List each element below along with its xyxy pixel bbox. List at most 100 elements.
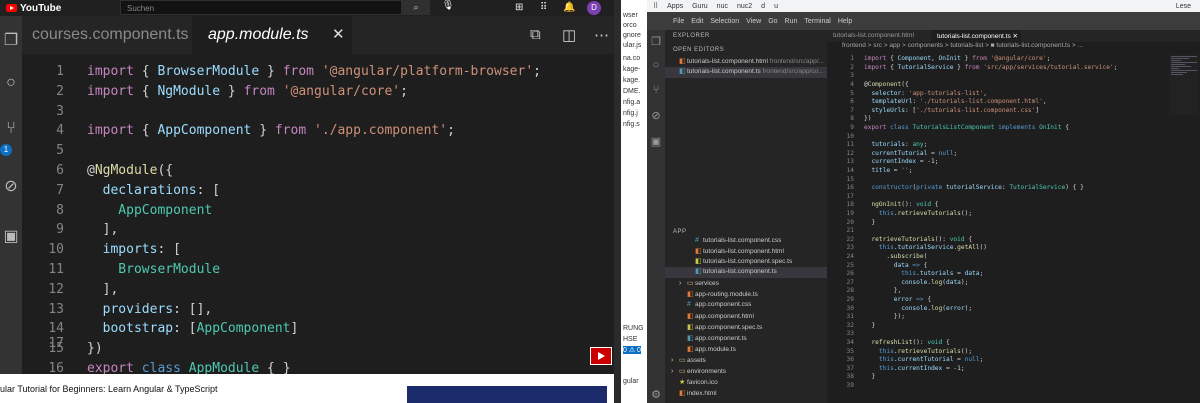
bookmark-u[interactable]: u — [774, 3, 778, 10]
search-icon[interactable]: ○ — [647, 59, 665, 71]
file-item[interactable]: ◧app.component.ts — [687, 334, 747, 345]
youtube-watermark-icon[interactable] — [590, 347, 612, 365]
line-number: 5 — [56, 143, 64, 158]
folder-item[interactable]: › ▭assets — [671, 356, 706, 367]
file-name: app.component.spec.ts — [695, 324, 763, 331]
youtube-logo[interactable]: YouTube — [6, 3, 61, 14]
bookmark-nuc2[interactable]: nuc2 — [737, 3, 752, 10]
line-number: 9 — [56, 222, 64, 237]
file-name: app.component.html — [695, 313, 754, 320]
video-title[interactable]: ular Tutorial for Beginners: Learn Angul… — [0, 384, 217, 394]
source-control-badge: 1 — [0, 144, 12, 156]
folder-item[interactable]: › ▭services — [679, 279, 719, 290]
editor-tabs: tutorials-list.component.html tutorials-… — [827, 30, 1200, 42]
bookmark-guru[interactable]: Guru — [692, 3, 708, 10]
menu-run[interactable]: Run — [785, 18, 798, 25]
fragment-text: kage- — [623, 66, 641, 73]
ts-file-icon: ◧ — [687, 291, 694, 298]
menu-go[interactable]: Go — [768, 18, 777, 25]
spec-file-icon: ◧ — [687, 324, 694, 331]
extensions-icon: ▣ — [3, 228, 19, 245]
bookmark-nuc[interactable]: nuc — [717, 3, 728, 10]
spec-file-icon: ◧ — [695, 258, 702, 265]
chevron-right-icon: › — [679, 280, 682, 287]
fragment-text: DME. — [623, 88, 641, 95]
related-video-thumbnail[interactable] — [407, 386, 607, 403]
background-window-fragment: wser orco gnore ular.js na.co kage- kage… — [621, 0, 647, 403]
apps-grid-icon[interactable]: ⠿ — [540, 0, 547, 15]
fragment-text: HSE — [623, 336, 638, 343]
search-button[interactable]: ⌕ — [402, 0, 430, 15]
fragment-text: kage. — [623, 77, 641, 84]
file-item[interactable]: ◧app-routing.module.ts — [687, 290, 758, 301]
tab-app-module: app.module.ts ✕ — [192, 16, 352, 54]
open-editors-header[interactable]: OPEN EDITORS — [673, 47, 724, 53]
folder-item[interactable]: › ▭environments — [671, 367, 726, 378]
file-item[interactable]: ◧app.module.ts — [687, 345, 736, 356]
menu-terminal[interactable]: Terminal — [804, 18, 830, 25]
code-line: 6 @NgModule({ — [22, 163, 614, 183]
more-actions-icon: ⋯ — [594, 27, 609, 44]
open-editor-name: tutorials-list.component.ts — [687, 68, 761, 75]
extensions-icon[interactable]: ▣ — [647, 135, 665, 148]
line-number: 12 — [48, 282, 64, 297]
tab-app-module-label: app.module.ts — [208, 26, 309, 43]
line-number: 4 — [56, 123, 64, 138]
menu-file[interactable]: File — [673, 18, 684, 25]
video-activity-bar: ❐ ○ ⑂ 1 ⊘ ▣ — [0, 16, 22, 374]
files-icon[interactable]: ❐ — [647, 35, 665, 48]
apps-grid-icon[interactable]: ⠿ — [653, 2, 658, 10]
screen: YouTube Suchen ⌕ 🎙 ⊞ ⠿ 🔔 D ❐ ○ ⑂ 1 ⊘ ▣ c… — [0, 0, 1200, 403]
line-number: 8 — [56, 203, 64, 218]
folder-name: assets — [687, 357, 706, 364]
open-editor-path: frontend/src/app/co... — [762, 68, 824, 75]
tab-tutorials-list-ts[interactable]: tutorials-list.component.ts ✕ — [931, 30, 1021, 42]
breadcrumb[interactable]: frontend > src > app > components > tuto… — [827, 42, 1200, 53]
file-item[interactable]: ◧index.html — [679, 389, 717, 400]
source-control-icon: ⑂ — [6, 120, 16, 137]
avatar[interactable]: D — [587, 1, 601, 15]
app-folder-header[interactable]: APP — [673, 229, 687, 235]
source-control-icon[interactable]: ⑂ — [647, 84, 665, 96]
search-input[interactable]: Suchen — [120, 0, 402, 15]
fragment-text: gnore — [623, 32, 641, 39]
settings-gear-icon[interactable]: ⚙ — [647, 388, 665, 401]
bookmarks-bar: ⠿ Apps Guru nuc nuc2 d u Lese — [647, 0, 1200, 12]
file-item[interactable]: ◧tutorials-list.component.ts — [665, 267, 827, 278]
file-name: index.html — [687, 390, 717, 397]
mic-icon[interactable]: 🎙 — [441, 0, 455, 15]
video-player[interactable]: ❐ ○ ⑂ 1 ⊘ ▣ courses.component.ts app.mod… — [0, 16, 614, 376]
menu-view[interactable]: View — [746, 18, 761, 25]
create-video-icon[interactable]: ⊞ — [515, 0, 523, 15]
file-item[interactable]: ◧app.component.html — [687, 312, 754, 323]
line-number: 2 — [56, 84, 64, 99]
tab-tutorials-list-html[interactable]: tutorials-list.component.html — [833, 32, 914, 39]
notifications-bell-icon[interactable]: 🔔 — [563, 0, 575, 15]
reading-list[interactable]: Lese — [1176, 3, 1191, 10]
open-editor-item[interactable]: ◧tutorials-list.component.ts frontend/sr… — [665, 67, 827, 78]
code-line: 12 ], — [22, 282, 614, 302]
fragment-text: orco — [623, 22, 637, 29]
file-item[interactable]: ◧app.component.spec.ts — [687, 323, 762, 334]
bookmark-d[interactable]: d — [761, 3, 765, 10]
menu-help[interactable]: Help — [838, 18, 852, 25]
line-number: 6 — [56, 163, 64, 178]
line-number: 10 — [48, 242, 64, 257]
menu-edit[interactable]: Edit — [691, 18, 703, 25]
folder-icon: ▭ — [687, 280, 694, 287]
file-item[interactable]: # app.component.css — [687, 301, 751, 312]
css-file-icon: # — [687, 301, 691, 308]
menu-selection[interactable]: Selection — [710, 18, 739, 25]
file-name: app.component.css — [695, 301, 752, 308]
favicon-file-icon: ★ — [679, 379, 686, 386]
line-number: 14 — [48, 321, 64, 336]
close-icon[interactable]: ✕ — [1013, 33, 1018, 40]
code-line: 1 import { BrowserModule } from '@angular… — [22, 64, 614, 84]
code-editor[interactable]: 1 import { Component, OnInit } from '@ang… — [827, 53, 1200, 403]
file-item[interactable]: ★ favicon.ico — [679, 378, 718, 389]
code-line: 5 — [22, 143, 614, 163]
line-number: 13 — [48, 302, 64, 317]
bookmark-apps[interactable]: Apps — [667, 3, 683, 10]
debug-icon[interactable]: ⊘ — [647, 109, 665, 122]
minimap[interactable] — [1169, 55, 1199, 115]
